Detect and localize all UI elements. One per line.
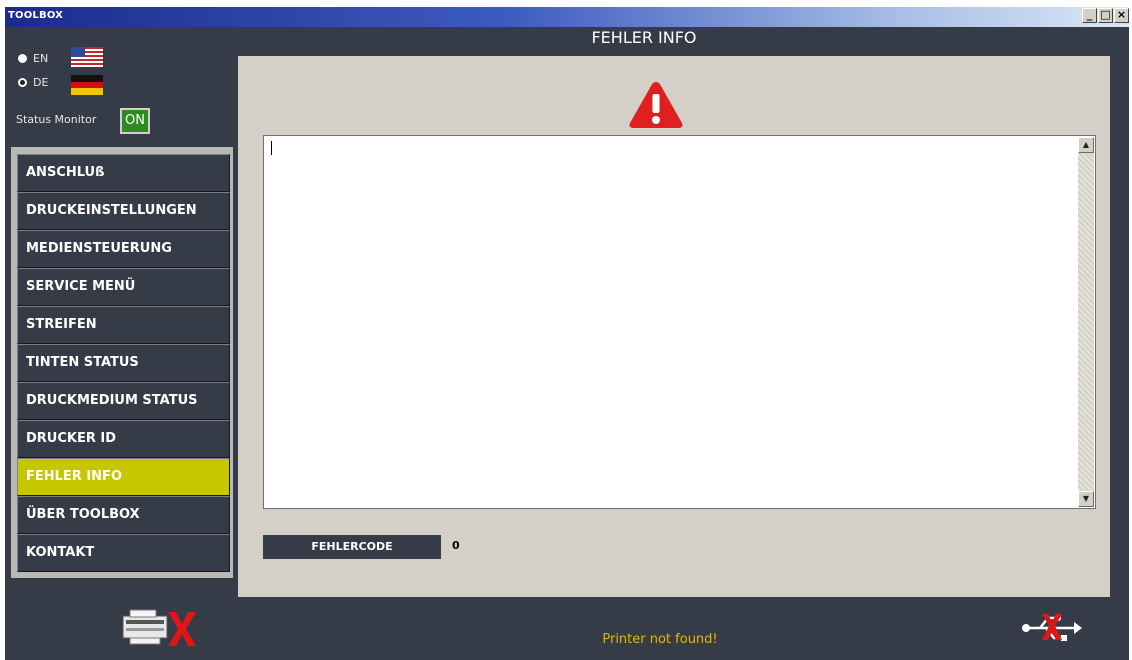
window-title: TOOLBOX	[8, 10, 64, 21]
text-caret	[271, 141, 272, 155]
sidebar-nav: ANSCHLUß DRUCKEINSTELLUNGEN MEDIENSTEUER…	[11, 147, 233, 578]
nav-item-tinten-status[interactable]: TINTEN STATUS	[17, 344, 230, 382]
printer-disconnected-icon	[122, 609, 196, 646]
language-option-en[interactable]: EN	[18, 52, 48, 65]
printer-status-text: Printer not found!	[602, 632, 718, 647]
error-code-value: 0	[452, 539, 460, 552]
error-code-button[interactable]: FEHLERCODE	[263, 535, 441, 559]
usb-disconnected-icon	[1022, 614, 1082, 641]
nav-item-ueber-toolbox[interactable]: ÜBER TOOLBOX	[17, 496, 230, 534]
warning-icon	[629, 82, 683, 128]
language-label-en: EN	[33, 52, 49, 65]
us-flag-icon	[71, 47, 103, 67]
vertical-scrollbar[interactable]: ▲ ▼	[1078, 137, 1094, 507]
title-bar: TOOLBOX _ □ ×	[5, 7, 1129, 27]
nav-item-druckeinstellungen[interactable]: DRUCKEINSTELLUNGEN	[17, 192, 230, 230]
language-label-de: DE	[33, 76, 49, 89]
scroll-up-icon[interactable]: ▲	[1078, 137, 1094, 153]
nav-item-anschluss[interactable]: ANSCHLUß	[17, 154, 230, 192]
nav-item-drucker-id[interactable]: DRUCKER ID	[17, 420, 230, 458]
error-info-textarea[interactable]: ▲ ▼	[263, 135, 1096, 509]
status-monitor-label: Status Monitor	[16, 113, 97, 126]
maximize-button[interactable]: □	[1098, 8, 1113, 23]
status-monitor-toggle[interactable]: ON	[120, 108, 150, 134]
page-title: FEHLER INFO	[591, 28, 697, 47]
nav-item-mediensteuerung[interactable]: MEDIENSTEUERUNG	[17, 230, 230, 268]
nav-item-druckmedium-status[interactable]: DRUCKMEDIUM STATUS	[17, 382, 230, 420]
nav-item-service-menu[interactable]: SERVICE MENÜ	[17, 268, 230, 306]
scroll-down-icon[interactable]: ▼	[1078, 491, 1094, 507]
language-radio-en[interactable]	[18, 54, 27, 63]
close-button[interactable]: ×	[1114, 8, 1129, 23]
language-radio-de[interactable]	[18, 78, 27, 87]
nav-item-kontakt[interactable]: KONTAKT	[17, 534, 230, 572]
minimize-button[interactable]: _	[1082, 8, 1097, 23]
language-option-de[interactable]: DE	[18, 76, 48, 89]
window-controls: _ □ ×	[1082, 8, 1129, 23]
nav-item-fehler-info[interactable]: FEHLER INFO	[17, 458, 230, 496]
nav-item-streifen[interactable]: STREIFEN	[17, 306, 230, 344]
german-flag-icon	[71, 75, 103, 95]
